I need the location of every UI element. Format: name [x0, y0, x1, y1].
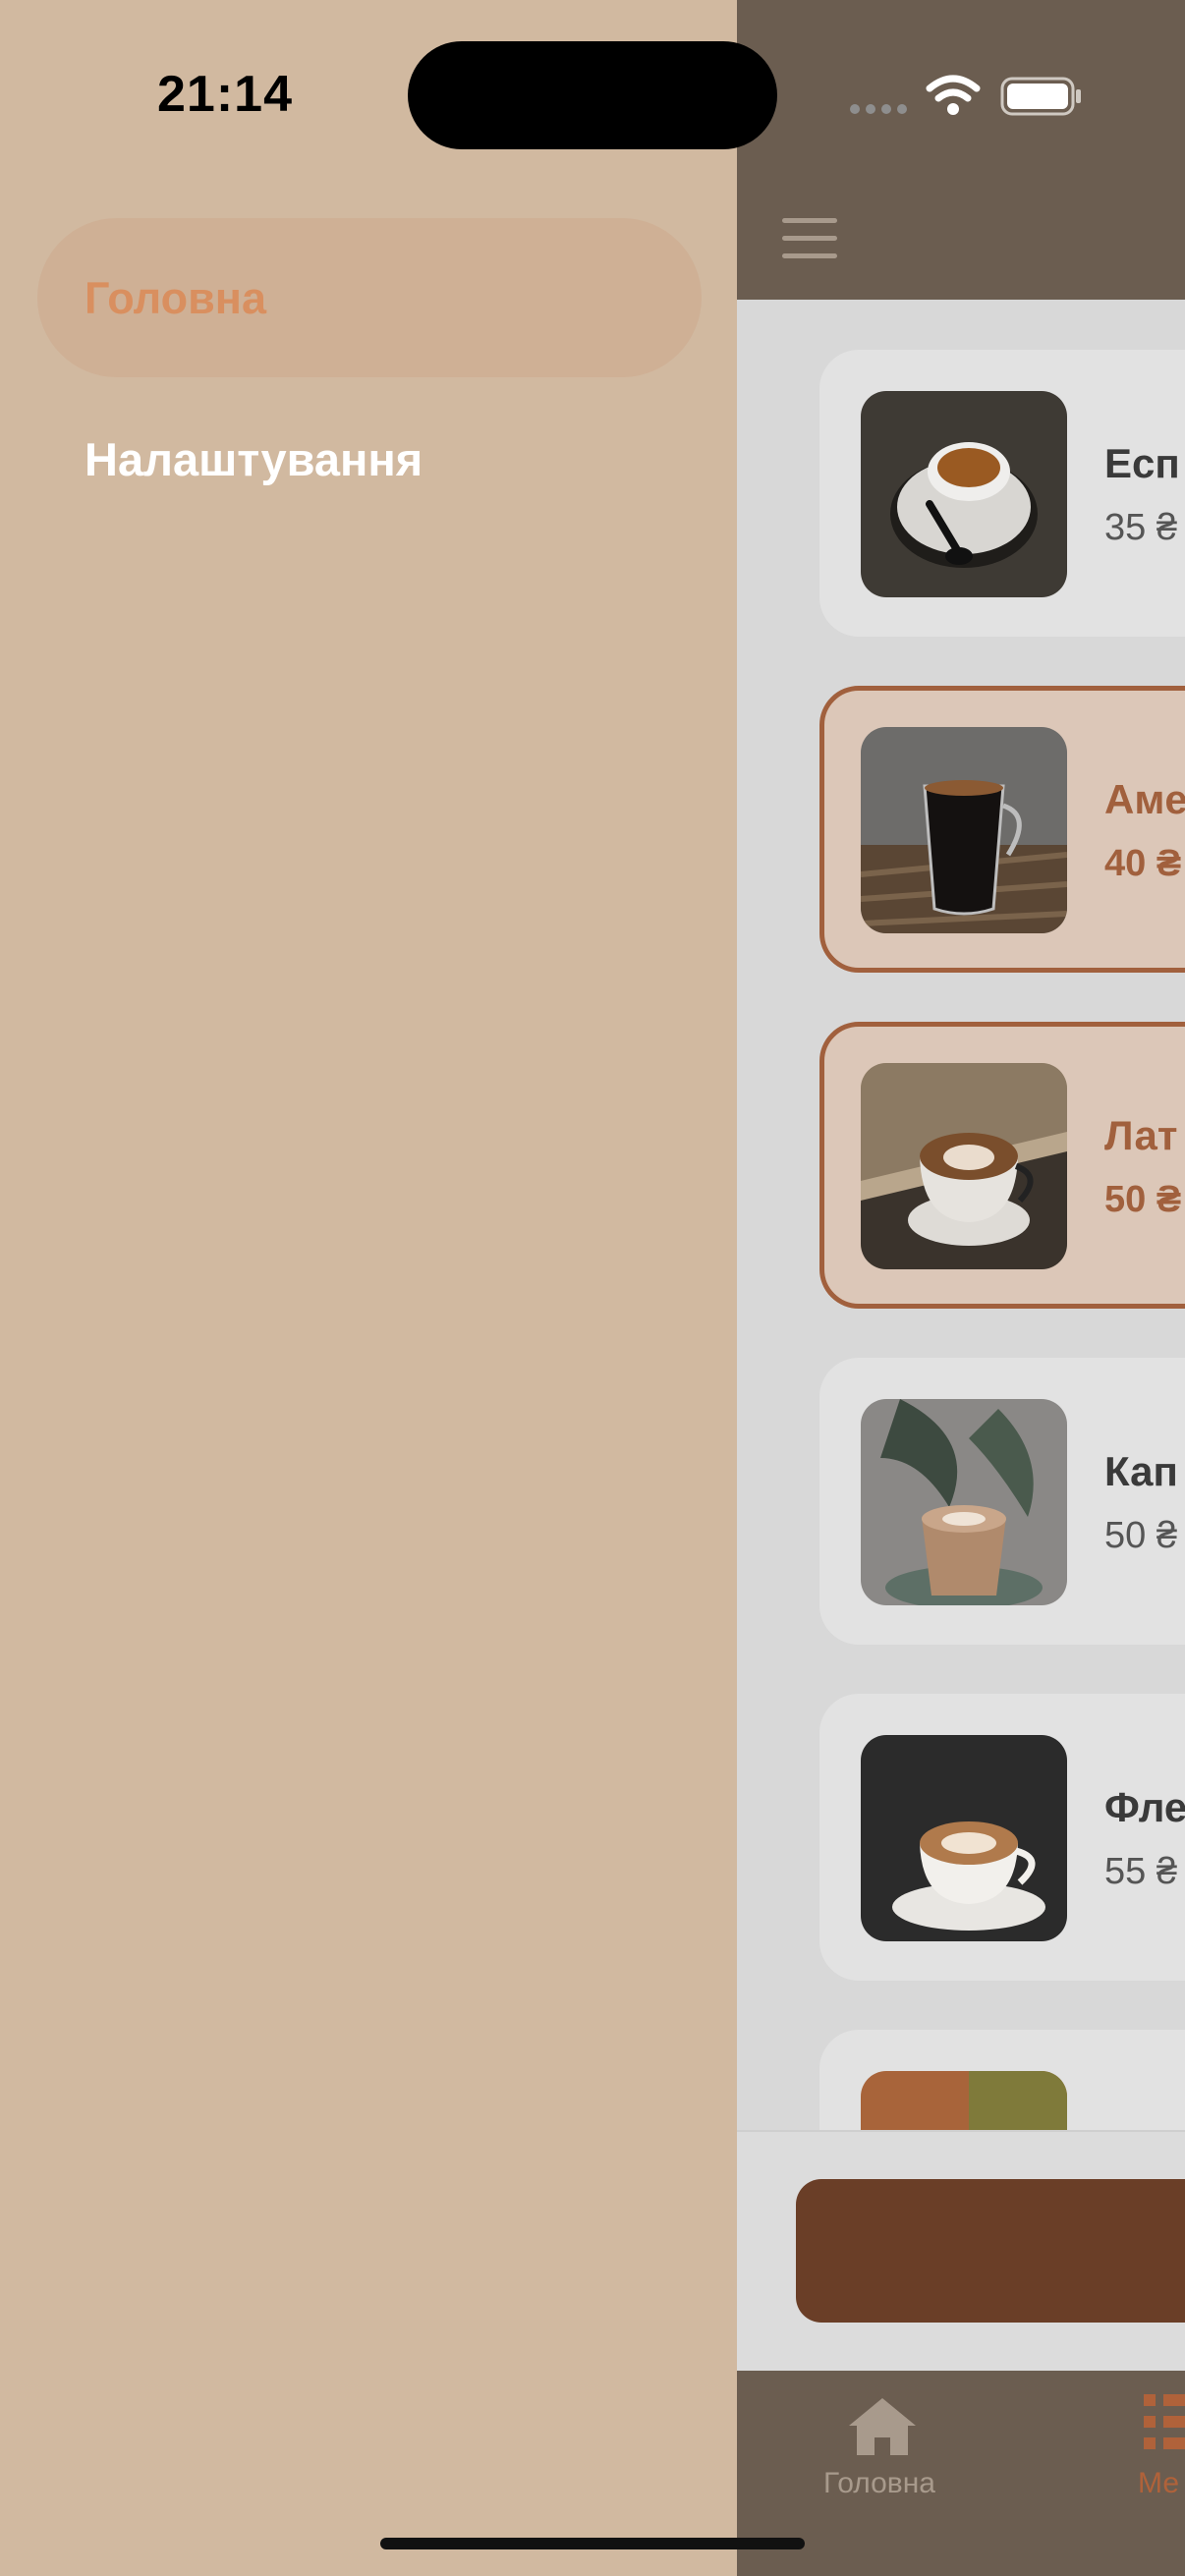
wifi-icon [926, 75, 981, 121]
navigation-drawer: 21:14 Головна Налаштування [0, 0, 737, 2576]
drawer-item-label: Головна [85, 273, 266, 323]
dynamic-island [408, 41, 777, 149]
cellular-signal-icon [849, 102, 908, 121]
battery-icon [1000, 77, 1083, 121]
drawer-item-label: Налаштування [85, 433, 423, 485]
home-indicator [380, 2538, 805, 2549]
drawer-item-settings[interactable]: Налаштування [37, 393, 702, 521]
status-time: 21:14 [157, 66, 293, 123]
drawer-item-home[interactable]: Головна [37, 218, 702, 377]
